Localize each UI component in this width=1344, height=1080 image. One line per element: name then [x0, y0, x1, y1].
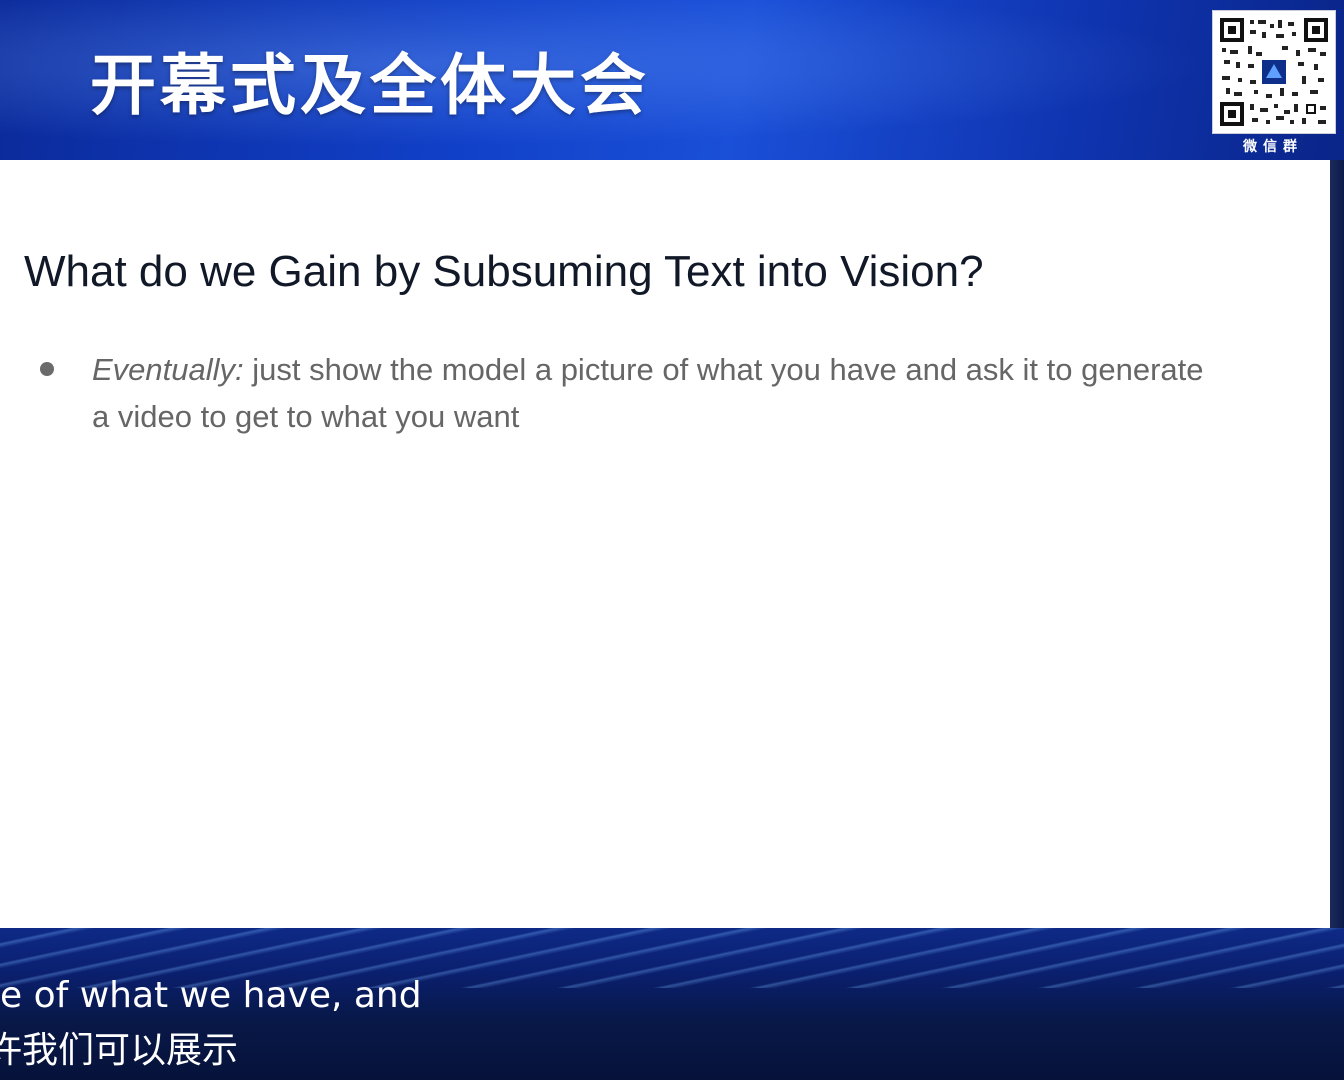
- event-title: 开幕式及全体大会: [90, 47, 650, 124]
- subtitle-chinese: 许我们可以展示: [0, 1030, 239, 1071]
- qr-code-icon: [1212, 10, 1336, 134]
- bullet-point-icon: [40, 362, 54, 376]
- bullet-item: Eventually: just show the model a pictur…: [92, 346, 1212, 440]
- bullet-body: just show the model a picture of what yo…: [92, 352, 1204, 434]
- presentation-slide: What do we Gain by Subsuming Text into V…: [0, 160, 1330, 928]
- qr-code-label: 微信群: [1243, 139, 1303, 155]
- slide-frame-edge: [1330, 160, 1344, 930]
- slide-title: What do we Gain by Subsuming Text into V…: [24, 247, 984, 296]
- subtitle-band: e of what we have, and 许我们可以展示: [0, 928, 1344, 1080]
- subtitle-english: e of what we have, and: [0, 975, 422, 1016]
- header-banner: 开幕式及全体大会: [0, 0, 1344, 160]
- bullet-lead: Eventually:: [92, 352, 244, 387]
